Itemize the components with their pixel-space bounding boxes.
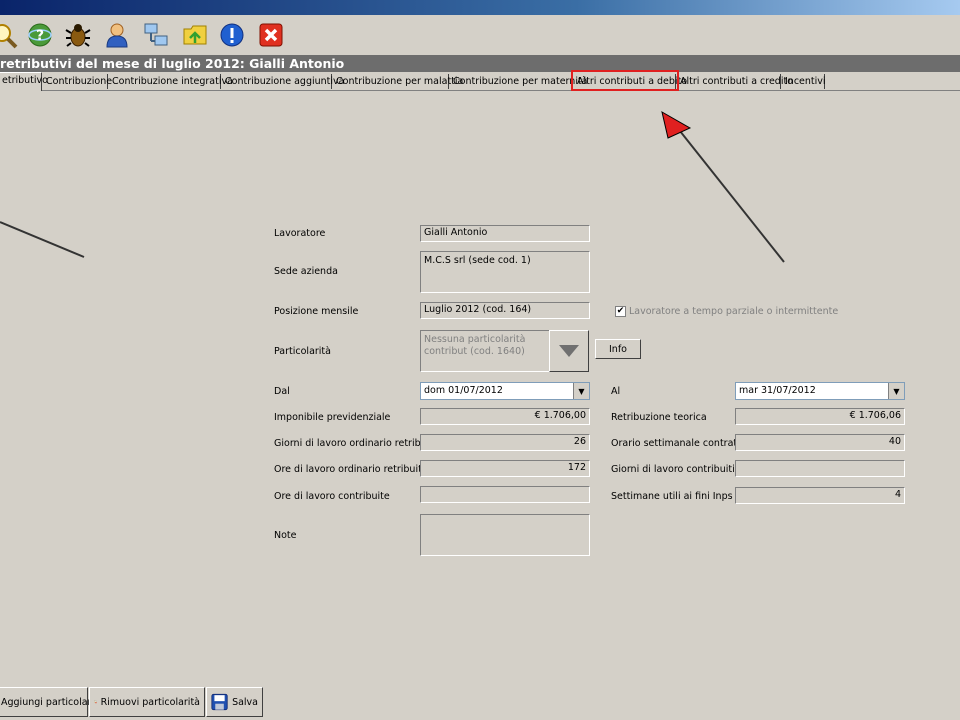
- particolarita-label: Particolarità: [274, 346, 331, 357]
- network-icon[interactable]: [140, 19, 172, 51]
- ore-retribuite-field: 172: [420, 460, 590, 477]
- salva-label: Salva: [232, 696, 258, 708]
- tab-altri-contributi-credito[interactable]: Altri contributi a credito: [677, 74, 793, 89]
- note-field[interactable]: [420, 514, 590, 556]
- dal-date-value: dom 01/07/2012: [424, 385, 503, 396]
- al-date-value: mar 31/07/2012: [739, 385, 816, 396]
- posizione-label: Posizione mensile: [274, 306, 359, 317]
- al-label: Al: [611, 386, 621, 397]
- search-icon[interactable]: [0, 19, 20, 51]
- dal-date-picker[interactable]: dom 01/07/2012 ▼: [420, 382, 590, 400]
- table-remove-icon: [94, 700, 97, 704]
- particolarita-field: Nessuna particolarità contribut (cod. 16…: [420, 330, 550, 372]
- close-icon[interactable]: [255, 19, 287, 51]
- ore-contribuite-field[interactable]: [420, 486, 590, 503]
- tab-contribuzione-malattia[interactable]: Contribuzione per malattia: [333, 74, 463, 89]
- info-icon[interactable]: [216, 19, 248, 51]
- tab-contribuzione-integrativa[interactable]: Contribuzione integrativa: [109, 74, 233, 89]
- particolarita-dropdown-button[interactable]: [549, 330, 589, 372]
- salva-button[interactable]: Salva: [206, 687, 263, 717]
- help-icon[interactable]: ?: [24, 19, 56, 51]
- right-annotation-arrow: [675, 125, 785, 263]
- save-icon: [211, 693, 228, 711]
- giorni-contribuiti-label: Giorni di lavoro contribuiti: [611, 464, 735, 475]
- giorni-retribuiti-field: 26: [420, 434, 590, 451]
- settimane-field: 4: [735, 487, 905, 504]
- dal-label: Dal: [274, 386, 290, 397]
- left-annotation-arrow: [0, 221, 85, 258]
- al-dropdown-icon[interactable]: ▼: [888, 383, 904, 399]
- toolbar: ?: [0, 15, 960, 55]
- orario-label: Orario settimanale contratt.: [611, 438, 744, 449]
- giorni-retribuiti-label: Giorni di lavoro ordinario retribuiti: [274, 438, 436, 449]
- rimuovi-label: Rimuovi particolarità: [100, 696, 200, 708]
- parttime-checkbox[interactable]: ✔: [615, 306, 626, 317]
- bug-icon[interactable]: [62, 19, 94, 51]
- note-label: Note: [274, 530, 297, 541]
- aggiungi-particolarita-button[interactable]: Aggiungi particolarità: [0, 687, 104, 717]
- chevron-down-icon: [559, 345, 579, 357]
- ore-contribuite-label: Ore di lavoro contribuite: [274, 491, 390, 502]
- dal-dropdown-icon[interactable]: ▼: [573, 383, 589, 399]
- tab-strip: etributivo Contribuzione Contribuzione i…: [0, 72, 960, 91]
- window-titlebar: [0, 0, 960, 15]
- imponibile-label: Imponibile previdenziale: [274, 412, 391, 423]
- al-date-picker[interactable]: mar 31/07/2012 ▼: [735, 382, 905, 400]
- arrow-head-icon: [661, 110, 692, 139]
- sede-field: M.C.S srl (sede cod. 1): [420, 251, 590, 293]
- retribuzione-field: € 1.706,06: [735, 408, 905, 425]
- tab-highlight-box: [571, 70, 679, 91]
- lavoratore-field: Gialli Antonio: [420, 225, 590, 242]
- info-button[interactable]: Info: [595, 339, 641, 359]
- bottom-toolbar: Aggiungi particolarità Rimuovi particola…: [0, 686, 960, 720]
- folder-icon[interactable]: [179, 19, 211, 51]
- form-title: retributivi del mese di luglio 2012: Gia…: [0, 55, 960, 72]
- imponibile-field: € 1.706,00: [420, 408, 590, 425]
- tab-contribuzione-maternita[interactable]: Contribuzione per maternità: [450, 74, 588, 89]
- svg-text:?: ?: [36, 28, 44, 44]
- ore-retribuite-label: Ore di lavoro ordinario retribuite: [274, 464, 428, 475]
- posizione-field: Luglio 2012 (cod. 164): [420, 302, 590, 319]
- parttime-label: Lavoratore a tempo parziale o intermitte…: [629, 306, 839, 317]
- rimuovi-particolarita-button[interactable]: Rimuovi particolarità: [89, 687, 205, 717]
- user-icon[interactable]: [101, 19, 133, 51]
- retribuzione-label: Retribuzione teorica: [611, 412, 707, 423]
- tab-retributivo[interactable]: etributivo: [0, 72, 48, 91]
- giorni-contribuiti-field[interactable]: [735, 460, 905, 477]
- tab-contribuzione[interactable]: Contribuzione: [43, 74, 112, 89]
- settimane-label: Settimane utili ai fini Inps: [611, 491, 733, 502]
- orario-field: 40: [735, 434, 905, 451]
- tab-contribuzione-aggiuntiva[interactable]: Contribuzione aggiuntiva: [222, 74, 344, 89]
- sede-label: Sede azienda: [274, 266, 338, 277]
- tab-incentivi[interactable]: Incentivi: [782, 74, 826, 89]
- lavoratore-label: Lavoratore: [274, 228, 326, 239]
